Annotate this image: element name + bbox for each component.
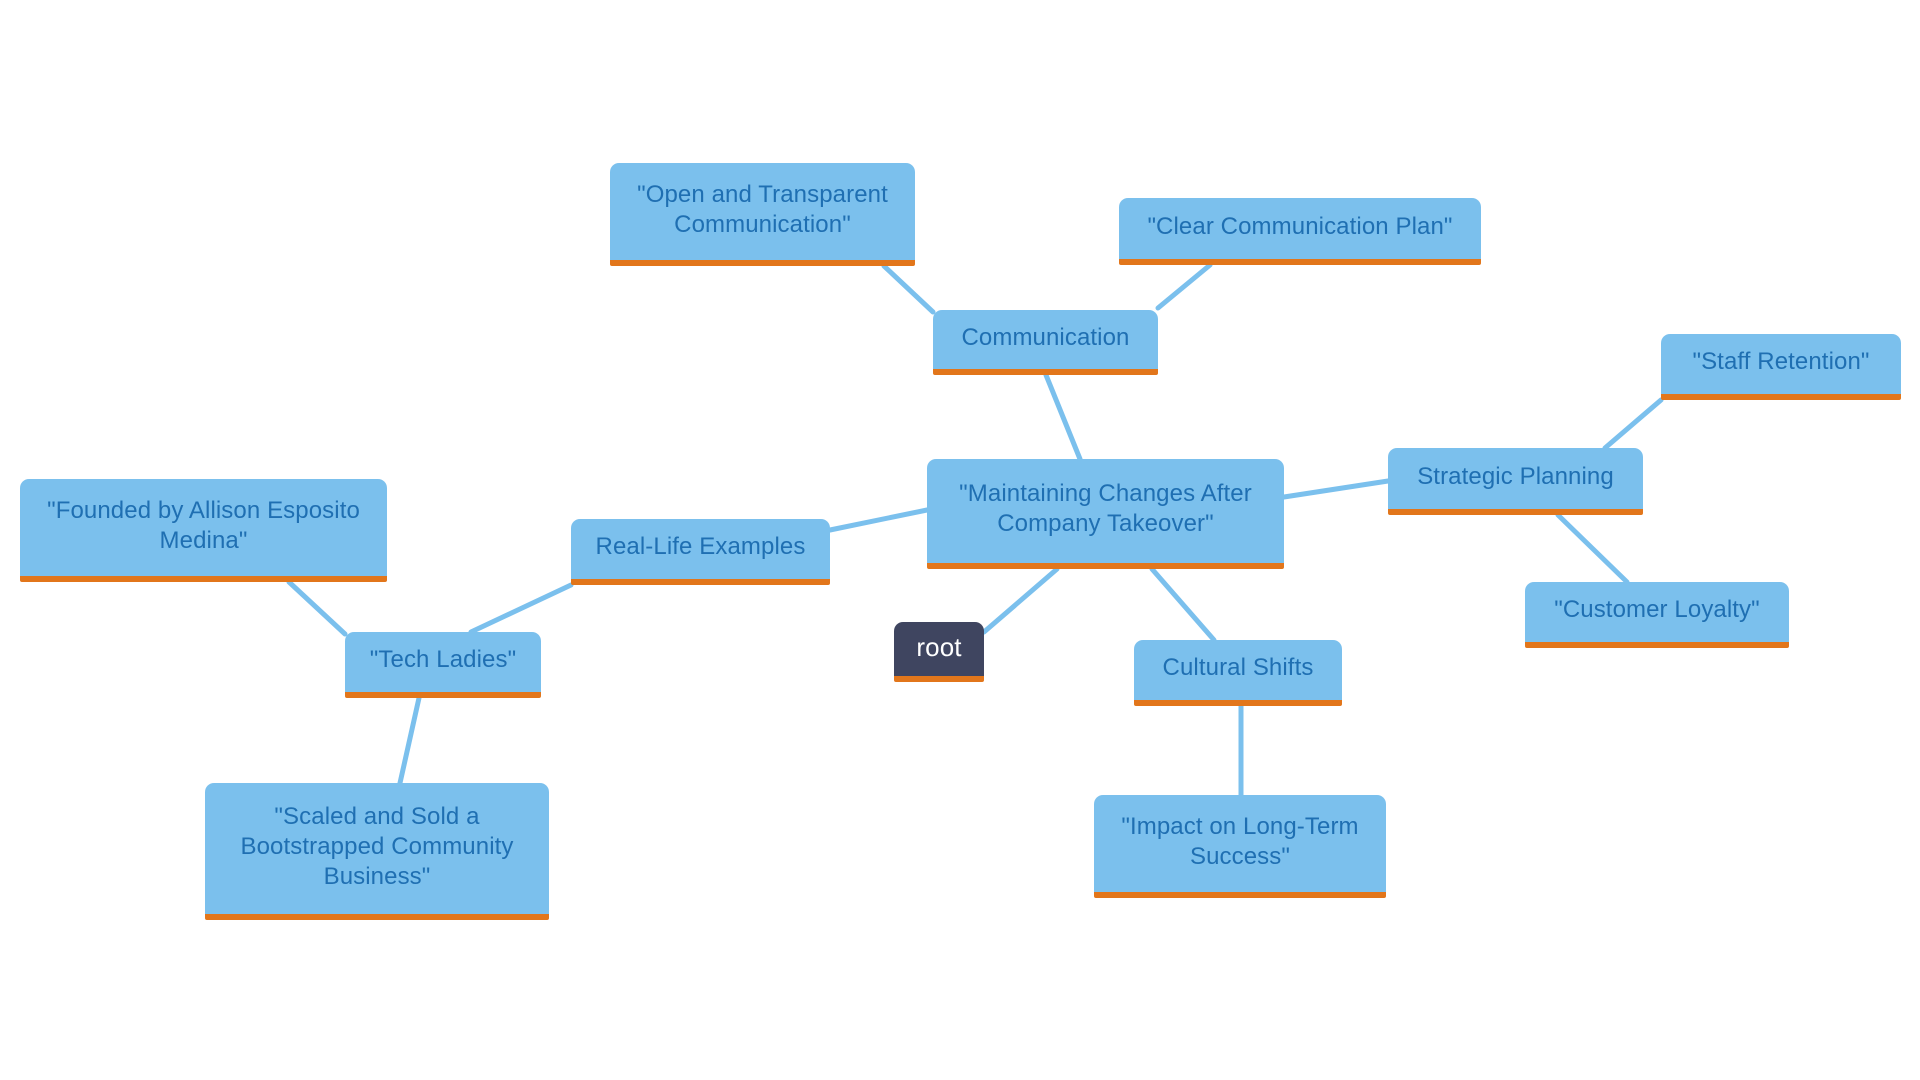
edge-strategic-planning-to-customer-loyalty bbox=[1555, 512, 1630, 585]
edge-communication-to-clear-plan bbox=[1155, 262, 1213, 311]
mindmap-canvas: root "Maintaining Changes After Company T… bbox=[0, 0, 1920, 1080]
edge-tech-ladies-to-scaled-sold bbox=[397, 695, 422, 786]
mindmap-node-staff-retention[interactable]: "Staff Retention" bbox=[1661, 334, 1901, 400]
mindmap-node-real-life-examples[interactable]: Real-Life Examples bbox=[571, 519, 830, 585]
mindmap-node-strategic-planning[interactable]: Strategic Planning bbox=[1388, 448, 1643, 515]
mindmap-node-customer-loyalty[interactable]: "Customer Loyalty" bbox=[1525, 582, 1789, 648]
mindmap-node-tech-ladies[interactable]: "Tech Ladies" bbox=[345, 632, 541, 698]
mindmap-node-main[interactable]: "Maintaining Changes After Company Takeo… bbox=[927, 459, 1284, 569]
mindmap-node-scaled-sold[interactable]: "Scaled and Sold a Bootstrapped Communit… bbox=[205, 783, 549, 920]
mindmap-node-communication[interactable]: Communication bbox=[933, 310, 1158, 375]
mindmap-node-long-term-success[interactable]: "Impact on Long-Term Success" bbox=[1094, 795, 1386, 898]
edge-root-to-main bbox=[981, 566, 1060, 635]
mindmap-node-clear-plan[interactable]: "Clear Communication Plan" bbox=[1119, 198, 1481, 265]
edge-tech-ladies-to-founded-by bbox=[286, 579, 348, 637]
edge-main-to-strategic-planning bbox=[1281, 478, 1391, 500]
edge-strategic-planning-to-staff-retention bbox=[1602, 397, 1664, 451]
edge-main-to-communication bbox=[1043, 372, 1083, 462]
edge-real-life-examples-to-tech-ladies bbox=[468, 582, 574, 635]
mindmap-node-cultural-shifts[interactable]: Cultural Shifts bbox=[1134, 640, 1342, 706]
mindmap-node-open-transparent[interactable]: "Open and Transparent Communication" bbox=[610, 163, 915, 266]
edge-communication-to-open-transparent bbox=[881, 263, 936, 315]
mindmap-node-founded-by[interactable]: "Founded by Allison Esposito Medina" bbox=[20, 479, 387, 582]
mindmap-node-root[interactable]: root bbox=[894, 622, 984, 682]
edge-main-to-cultural-shifts bbox=[1149, 566, 1217, 643]
edge-main-to-real-life-examples bbox=[827, 507, 930, 533]
